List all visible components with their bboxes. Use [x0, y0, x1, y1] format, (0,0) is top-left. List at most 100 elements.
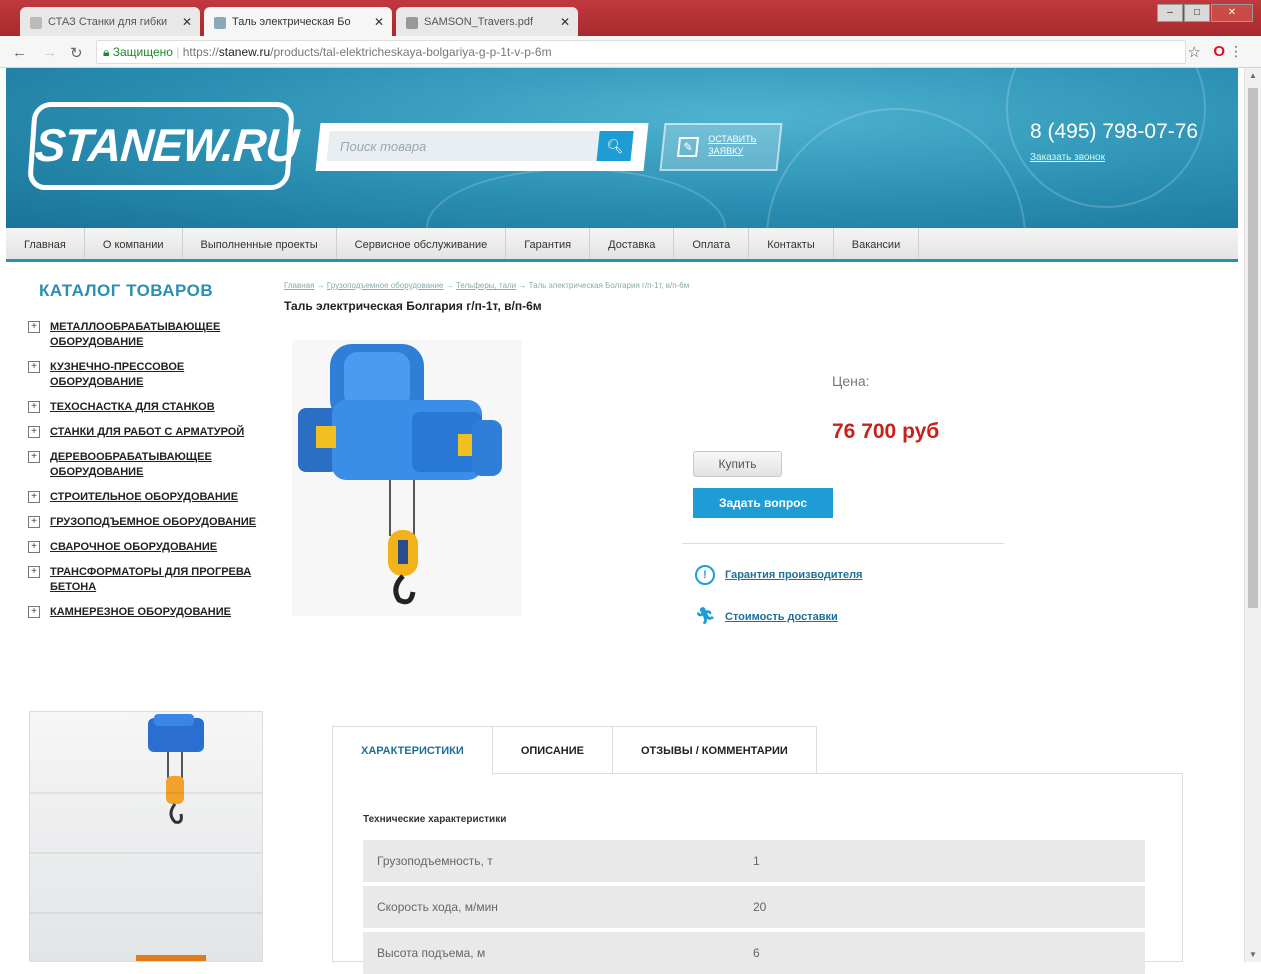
catalog-item[interactable]: + КАМНЕРЕЗНОЕ ОБОРУДОВАНИЕ: [28, 605, 268, 620]
delivery-cost-link-label[interactable]: Стоимость доставки: [725, 611, 838, 623]
catalog-item-label[interactable]: КУЗНЕЧНО-ПРЕССОВОЕ ОБОРУДОВАНИЕ: [50, 361, 184, 388]
maximize-button[interactable]: □: [1184, 4, 1210, 22]
nav-delivery[interactable]: Доставка: [590, 228, 675, 259]
product-image[interactable]: [292, 340, 522, 616]
expand-plus-icon[interactable]: +: [28, 566, 40, 578]
warranty-link-label[interactable]: Гарантия производителя: [725, 569, 862, 581]
catalog-item[interactable]: + КУЗНЕЧНО-ПРЕССОВОЕ ОБОРУДОВАНИЕ: [28, 360, 268, 390]
breadcrumb-current: Таль электрическая Болгария г/п-1т, в/п-…: [528, 281, 690, 290]
spec-row: Грузоподъемность, т 1: [363, 840, 1145, 882]
browser-tab[interactable]: SAMSON_Travers.pdf ✕: [396, 7, 578, 36]
expand-plus-icon[interactable]: +: [28, 451, 40, 463]
catalog-item-label[interactable]: ТРАНСФОРМАТОРЫ ДЛЯ ПРОГРЕВА БЕТОНА: [50, 566, 251, 593]
catalog-item-label[interactable]: СТРОИТЕЛЬНОЕ ОБОРУДОВАНИЕ: [50, 491, 238, 503]
specifications-panel: Технические характеристики Грузоподъемно…: [332, 773, 1183, 974]
catalog-item[interactable]: + ТРАНСФОРМАТОРЫ ДЛЯ ПРОГРЕВА БЕТОНА: [28, 565, 268, 595]
breadcrumb-link[interactable]: Главная: [284, 281, 314, 290]
price-label: Цена:: [832, 373, 870, 389]
site-logo[interactable]: STANEW.RU: [26, 102, 300, 190]
delivery-cost-link[interactable]: 🏃︎ Стоимость доставки: [695, 607, 838, 627]
breadcrumb-separator: →: [443, 281, 456, 290]
callback-link[interactable]: Заказать звонок: [1030, 152, 1105, 163]
page-scrollbar[interactable]: ▲ ▼: [1244, 68, 1261, 962]
catalog-item-label[interactable]: КАМНЕРЕЗНОЕ ОБОРУДОВАНИЕ: [50, 606, 231, 618]
bookmark-star-icon[interactable]: ☆: [1188, 43, 1201, 61]
leave-request-button[interactable]: ✎ ОСТАВИТЬ ЗАЯВКУ: [659, 123, 783, 171]
nav-vacancies[interactable]: Вакансии: [834, 228, 920, 259]
opera-extension-icon[interactable]: O: [1213, 43, 1225, 60]
nav-projects[interactable]: Выполненные проекты: [183, 228, 337, 259]
leave-request-line-1: ОСТАВИТЬ: [708, 134, 757, 144]
close-tab-icon[interactable]: ✕: [560, 15, 570, 29]
search-button[interactable]: 🔍︎: [596, 131, 634, 161]
tab-specifications[interactable]: ХАРАКТЕРИСТИКИ: [332, 726, 493, 774]
catalog-item-label[interactable]: ТЕХОСНАСТКА ДЛЯ СТАНКОВ: [50, 401, 215, 413]
scrollbar-thumb[interactable]: [1248, 88, 1258, 608]
expand-plus-icon[interactable]: +: [28, 491, 40, 503]
lock-icon: 🔒︎: [103, 45, 113, 59]
expand-plus-icon[interactable]: +: [28, 361, 40, 373]
nav-service[interactable]: Сервисное обслуживание: [337, 228, 507, 259]
tab-description[interactable]: ОПИСАНИЕ: [491, 726, 613, 774]
menu-kebab-icon[interactable]: ⋮: [1229, 43, 1243, 60]
browser-tab-title: Таль электрическая Бо: [232, 16, 351, 28]
page-icon: [214, 17, 226, 29]
expand-plus-icon[interactable]: +: [28, 606, 40, 618]
catalog-item[interactable]: + ГРУЗОПОДЪЕМНОЕ ОБОРУДОВАНИЕ: [28, 515, 268, 530]
warranty-link[interactable]: ! Гарантия производителя: [695, 565, 862, 585]
catalog-item-label[interactable]: СВАРОЧНОЕ ОБОРУДОВАНИЕ: [50, 541, 217, 553]
catalog-item[interactable]: + СТРОИТЕЛЬНОЕ ОБОРУДОВАНИЕ: [28, 490, 268, 505]
pdf-icon: [406, 17, 418, 29]
nav-payment[interactable]: Оплата: [674, 228, 750, 259]
catalog-item-label[interactable]: ГРУЗОПОДЪЕМНОЕ ОБОРУДОВАНИЕ: [50, 516, 256, 528]
back-arrow-icon[interactable]: ←: [12, 44, 27, 61]
catalog-item[interactable]: + СВАРОЧНОЕ ОБОРУДОВАНИЕ: [28, 540, 268, 555]
nav-contacts[interactable]: Контакты: [749, 228, 834, 259]
reload-icon[interactable]: ↻: [70, 44, 83, 62]
ask-question-button[interactable]: Задать вопрос: [693, 488, 833, 518]
forward-arrow-icon[interactable]: →: [42, 44, 57, 61]
scroll-down-icon[interactable]: ▼: [1249, 950, 1257, 959]
breadcrumb-link[interactable]: Грузоподъемное оборудование: [327, 281, 444, 290]
nav-home[interactable]: Главная: [6, 228, 85, 259]
catalog-item[interactable]: + ДЕРЕВООБРАБАТЫВАЮЩЕЕ ОБОРУДОВАНИЕ: [28, 450, 268, 480]
tab-reviews[interactable]: ОТЗЫВЫ / КОММЕНТАРИИ: [611, 726, 817, 774]
breadcrumb-separator: →: [516, 281, 529, 290]
catalog-item[interactable]: + СТАНКИ ДЛЯ РАБОТ С АРМАТУРОЙ: [28, 425, 268, 440]
nav-warranty[interactable]: Гарантия: [506, 228, 591, 259]
search-icon: 🔍︎: [605, 138, 625, 154]
breadcrumb-link[interactable]: Тельферы, тали: [456, 281, 516, 290]
leave-request-line-2: ЗАЯВКУ: [708, 146, 744, 156]
close-tab-icon[interactable]: ✕: [182, 15, 192, 29]
site-header: STANEW.RU Поиск товара 🔍︎ ✎ ОСТАВИТЬ ЗАЯ…: [6, 68, 1238, 228]
expand-plus-icon[interactable]: +: [28, 516, 40, 528]
promo-banner[interactable]: [29, 711, 263, 962]
catalog-item-label[interactable]: ДЕРЕВООБРАБАТЫВАЮЩЕЕ ОБОРУДОВАНИЕ: [50, 451, 212, 478]
buy-button[interactable]: Купить: [693, 451, 782, 477]
breadcrumb-separator: →: [314, 281, 327, 290]
expand-plus-icon[interactable]: +: [28, 401, 40, 413]
decorative-ring: [766, 108, 1026, 228]
page-icon: [30, 17, 42, 29]
banner-accent-bar: [136, 955, 206, 961]
catalog-item-label[interactable]: МЕТАЛЛООБРАБАТЫВАЮЩЕЕ ОБОРУДОВАНИЕ: [50, 321, 220, 348]
close-tab-icon[interactable]: ✕: [374, 15, 384, 29]
scroll-up-icon[interactable]: ▲: [1249, 71, 1257, 80]
catalog-item-label[interactable]: СТАНКИ ДЛЯ РАБОТ С АРМАТУРОЙ: [50, 426, 244, 438]
catalog-item[interactable]: + ТЕХОСНАСТКА ДЛЯ СТАНКОВ: [28, 400, 268, 415]
info-icon: !: [695, 565, 715, 585]
hoist-image: [148, 714, 204, 824]
browser-tab-title: СТАЗ Станки для гибки: [48, 16, 168, 28]
minimize-button[interactable]: –: [1157, 4, 1183, 22]
catalog-item[interactable]: + МЕТАЛЛООБРАБАТЫВАЮЩЕЕ ОБОРУДОВАНИЕ: [28, 320, 268, 350]
expand-plus-icon[interactable]: +: [28, 541, 40, 553]
browser-tab-active[interactable]: Таль электрическая Бо ✕: [204, 7, 392, 36]
expand-plus-icon[interactable]: +: [28, 426, 40, 438]
expand-plus-icon[interactable]: +: [28, 321, 40, 333]
url-field[interactable]: 🔒︎ Защищено | https://stanew.ru/products…: [96, 40, 1186, 64]
nav-about[interactable]: О компании: [85, 228, 183, 259]
edit-icon: ✎: [676, 137, 700, 157]
close-window-button[interactable]: ✕: [1211, 4, 1253, 22]
url-path: /products/tal-elektricheskaya-bolgariya-…: [270, 45, 552, 59]
browser-tab[interactable]: СТАЗ Станки для гибки ✕: [20, 7, 200, 36]
